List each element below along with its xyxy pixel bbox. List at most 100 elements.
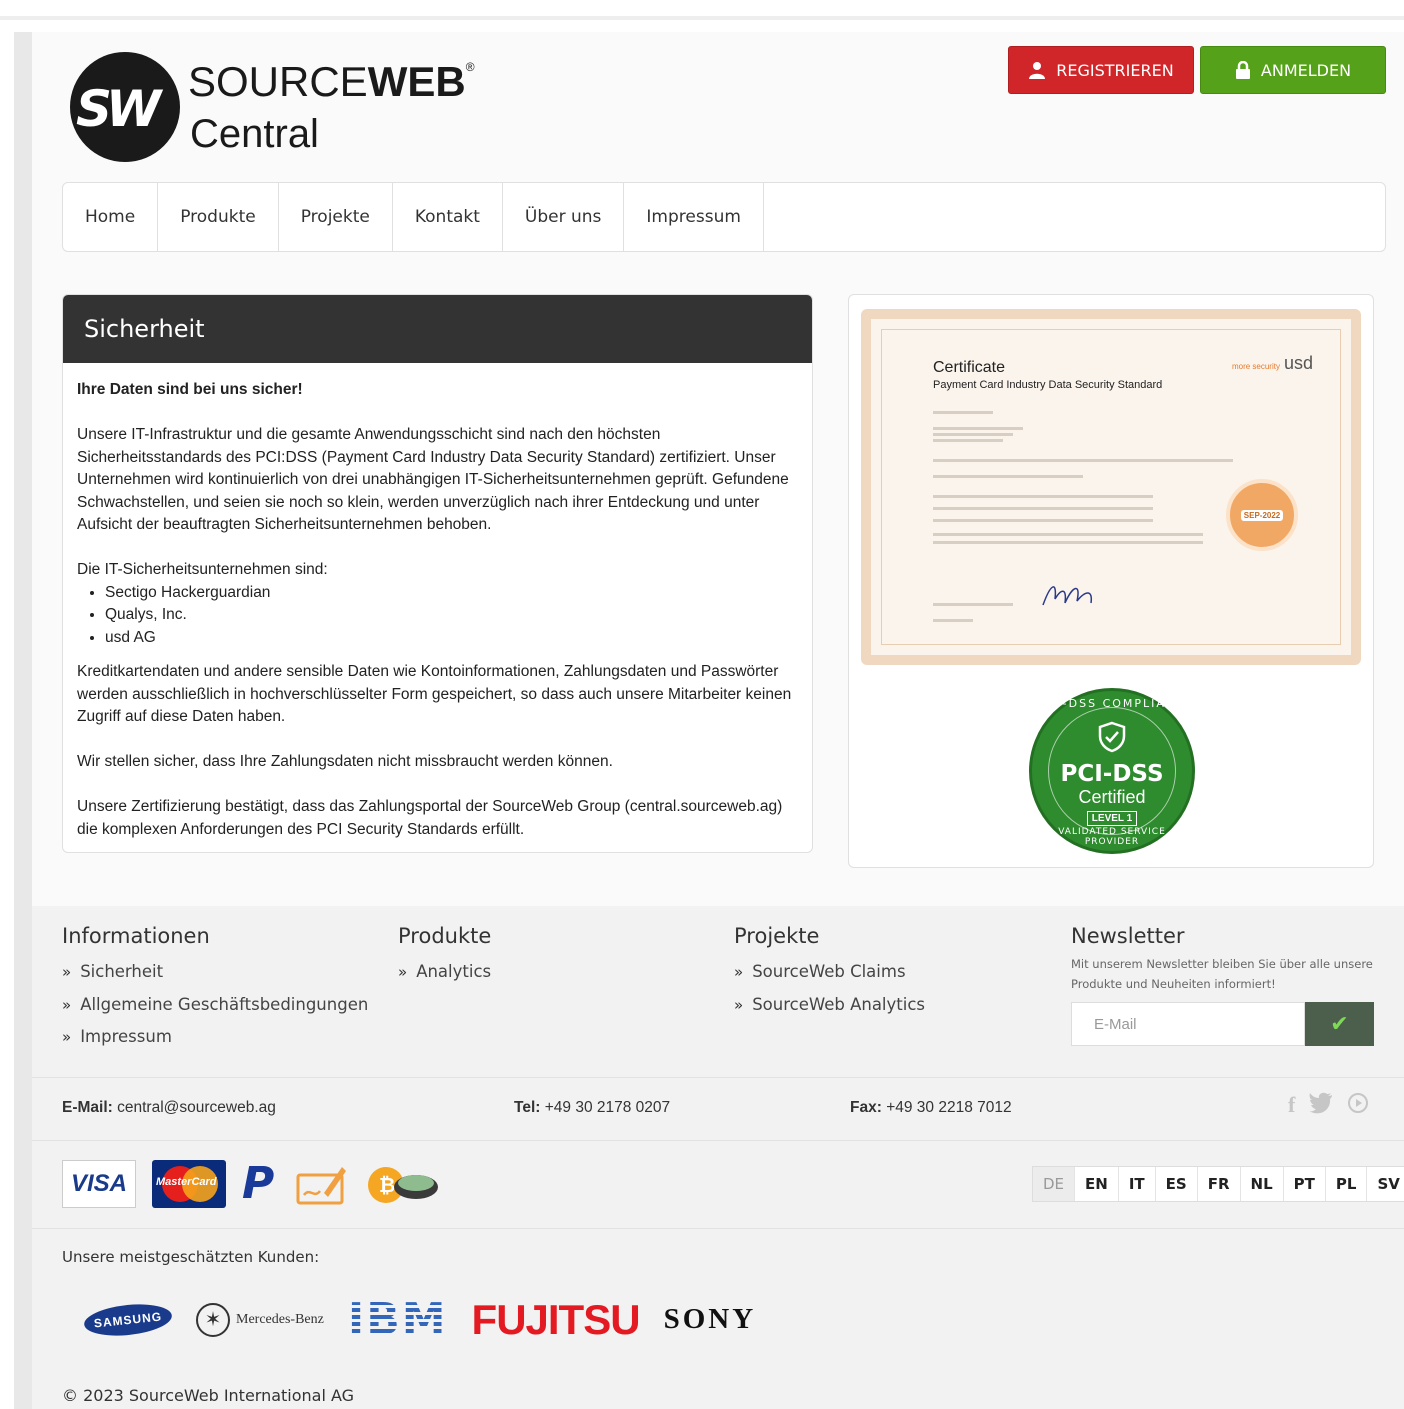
lead-text: Ihre Daten sind bei uns sicher!	[77, 379, 798, 402]
email-label: E-Mail:	[62, 1099, 113, 1116]
payment-methods: VISA MasterCard P ₿	[62, 1158, 442, 1209]
footer-link-label: Allgemeine Geschäftsbedingungen	[80, 994, 369, 1014]
login-label: ANMELDEN	[1260, 60, 1352, 80]
fax-value: +49 30 2218 7012	[886, 1099, 1012, 1116]
security-panel: Sicherheit Ihre Daten sind bei uns siche…	[62, 294, 813, 853]
register-label: REGISTRIEREN	[1056, 60, 1174, 80]
footer-link-claims[interactable]: » SourceWeb Claims	[734, 956, 925, 989]
logo-name-light: SOURCE	[188, 58, 368, 105]
logo-title: SOURCEWEB®	[188, 58, 475, 106]
lang-it[interactable]: IT	[1119, 1167, 1156, 1201]
footer-col-projects: Projekte » SourceWeb Claims » SourceWeb An…	[734, 924, 925, 1021]
nav-item-kontakt[interactable]: Kontakt	[393, 183, 503, 251]
nav-item-home[interactable]: Home	[63, 183, 159, 251]
nav-item-impressum[interactable]: Impressum	[624, 183, 764, 251]
contact-fax: Fax: +49 30 2218 7012	[850, 1099, 1012, 1117]
logo-name-bold: WEB	[367, 58, 466, 105]
customers-label: Unsere meistgeschätzten Kunden:	[62, 1248, 320, 1266]
facebook-icon[interactable]: f	[1288, 1092, 1295, 1118]
lang-es[interactable]: ES	[1156, 1167, 1198, 1201]
newsletter-email-input[interactable]: E-Mail	[1071, 1002, 1305, 1046]
certificate-title: Certificate	[933, 359, 1006, 376]
lang-en[interactable]: EN	[1075, 1167, 1119, 1201]
lang-pt[interactable]: PT	[1284, 1167, 1326, 1201]
certificate-text-line	[933, 439, 1003, 442]
footer-heading: Newsletter	[1071, 924, 1185, 948]
footer-link-label: Analytics	[416, 962, 492, 981]
site-footer: Informationen » Sicherheit » Allgemeine Ge…	[32, 906, 1404, 1409]
lang-pl[interactable]: PL	[1326, 1167, 1368, 1201]
visa-logo: VISA	[62, 1159, 136, 1208]
paragraph-1: Unsere IT-Infrastruktur und die gesamte …	[77, 426, 789, 533]
certificate-text-line	[933, 541, 1203, 544]
login-button[interactable]: ANMELDEN	[1200, 46, 1386, 94]
contact-tel: Tel: +49 30 2178 0207	[514, 1099, 670, 1117]
footer-heading: Produkte	[398, 924, 492, 948]
logo-monogram: SW	[76, 80, 161, 138]
newsletter-submit-button[interactable]: ✔	[1305, 1002, 1374, 1046]
newsletter-form: E-Mail ✔	[1071, 1002, 1381, 1046]
footer-heading: Projekte	[734, 924, 820, 948]
lang-sv[interactable]: SV	[1367, 1167, 1404, 1201]
tel-value: +49 30 2178 0207	[544, 1099, 671, 1116]
tel-label: Tel:	[514, 1099, 541, 1116]
footer-col-products: Produkte » Analytics	[398, 924, 491, 989]
lead-bold: Ihre Daten sind bei uns sicher!	[77, 381, 303, 398]
footer-col-newsletter: Newsletter Mit unserem Newsletter bleibe…	[1071, 924, 1381, 1046]
footer-divider	[32, 1228, 1404, 1229]
ibm-logo: IBM	[347, 1294, 448, 1345]
registered-mark: ®	[465, 60, 475, 74]
footer-link-impressum[interactable]: » Impressum	[62, 1021, 368, 1054]
footer-link-label: Sicherheit	[80, 962, 164, 981]
user-icon	[1029, 62, 1046, 79]
certificate-text-line	[933, 475, 1083, 478]
main-navigation: Home Produkte Projekte Kontakt Über uns …	[62, 182, 1386, 252]
nav-item-projekte[interactable]: Projekte	[279, 183, 393, 251]
certificate-text-line	[933, 619, 973, 622]
issuer-name: usd	[1283, 353, 1313, 373]
badge-arc-bottom: VALIDATED SERVICE PROVIDER	[1058, 827, 1166, 847]
pci-certificate-image: Certificate Payment Card Industry Data S…	[861, 309, 1361, 665]
paypal-logo: P	[242, 1158, 275, 1209]
play-icon[interactable]	[1347, 1092, 1369, 1114]
lang-nl[interactable]: NL	[1241, 1167, 1284, 1201]
companies-intro: Die IT-Sicherheitsunternehmen sind:	[77, 561, 328, 578]
customer-logos: SAMSUNG ✶ Mercedes-Benz IBM FUJITSU SONY	[82, 1294, 757, 1345]
logo-mark: SW	[70, 52, 180, 162]
paragraph-3: Wir stellen sicher, dass Ihre Zahlungsda…	[77, 753, 613, 770]
certificate-text-line	[933, 411, 993, 414]
footer-link-analytics[interactable]: » Analytics	[398, 956, 491, 989]
seal-date: SEP-2022	[1240, 509, 1284, 521]
mercedes-star-icon: ✶	[196, 1302, 230, 1337]
twitter-icon[interactable]	[1309, 1092, 1333, 1114]
site-logo[interactable]: SW SOURCEWEB® Central	[70, 52, 475, 167]
bitcoin-icon: ₿	[368, 1166, 438, 1203]
language-switcher: DE EN IT ES FR NL PT PL SV	[1032, 1166, 1404, 1202]
nav-item-ueber-uns[interactable]: Über uns	[503, 183, 625, 251]
logo-subtitle: Central	[190, 112, 319, 156]
nav-item-produkte[interactable]: Produkte	[158, 183, 279, 251]
usd-seal: SEP-2022	[1226, 479, 1298, 551]
lang-de[interactable]: DE	[1033, 1167, 1076, 1201]
footer-link-agb[interactable]: » Allgemeine Geschäftsbedingungen	[62, 989, 368, 1022]
footer-link-label: SourceWeb Claims	[752, 962, 906, 981]
footer-link-sicherheit[interactable]: » Sicherheit	[62, 956, 368, 989]
fujitsu-logo: FUJITSU	[471, 1295, 641, 1343]
samsung-logo: SAMSUNG	[82, 1299, 174, 1340]
panel-title: Sicherheit	[63, 295, 812, 363]
signature	[1042, 586, 1093, 606]
email-value[interactable]: central@sourceweb.ag	[117, 1099, 276, 1116]
chevron-right-icon: »	[62, 1028, 72, 1046]
footer-link-sw-analytics[interactable]: » SourceWeb Analytics	[734, 989, 925, 1022]
cheque-icon	[296, 1166, 346, 1204]
certificate-text-line	[933, 495, 1153, 498]
footer-divider	[32, 1077, 1404, 1078]
certificate-text-line	[933, 603, 1013, 606]
certificate-text-line	[933, 433, 1013, 436]
svg-text:₿: ₿	[379, 1173, 395, 1197]
sony-logo: SONY	[663, 1303, 757, 1335]
register-button[interactable]: REGISTRIEREN	[1008, 46, 1194, 94]
contact-email: E-Mail: central@sourceweb.ag	[62, 1099, 276, 1117]
newsletter-text: Mit unserem Newsletter bleiben Sie über …	[1071, 957, 1373, 991]
lang-fr[interactable]: FR	[1198, 1167, 1241, 1201]
